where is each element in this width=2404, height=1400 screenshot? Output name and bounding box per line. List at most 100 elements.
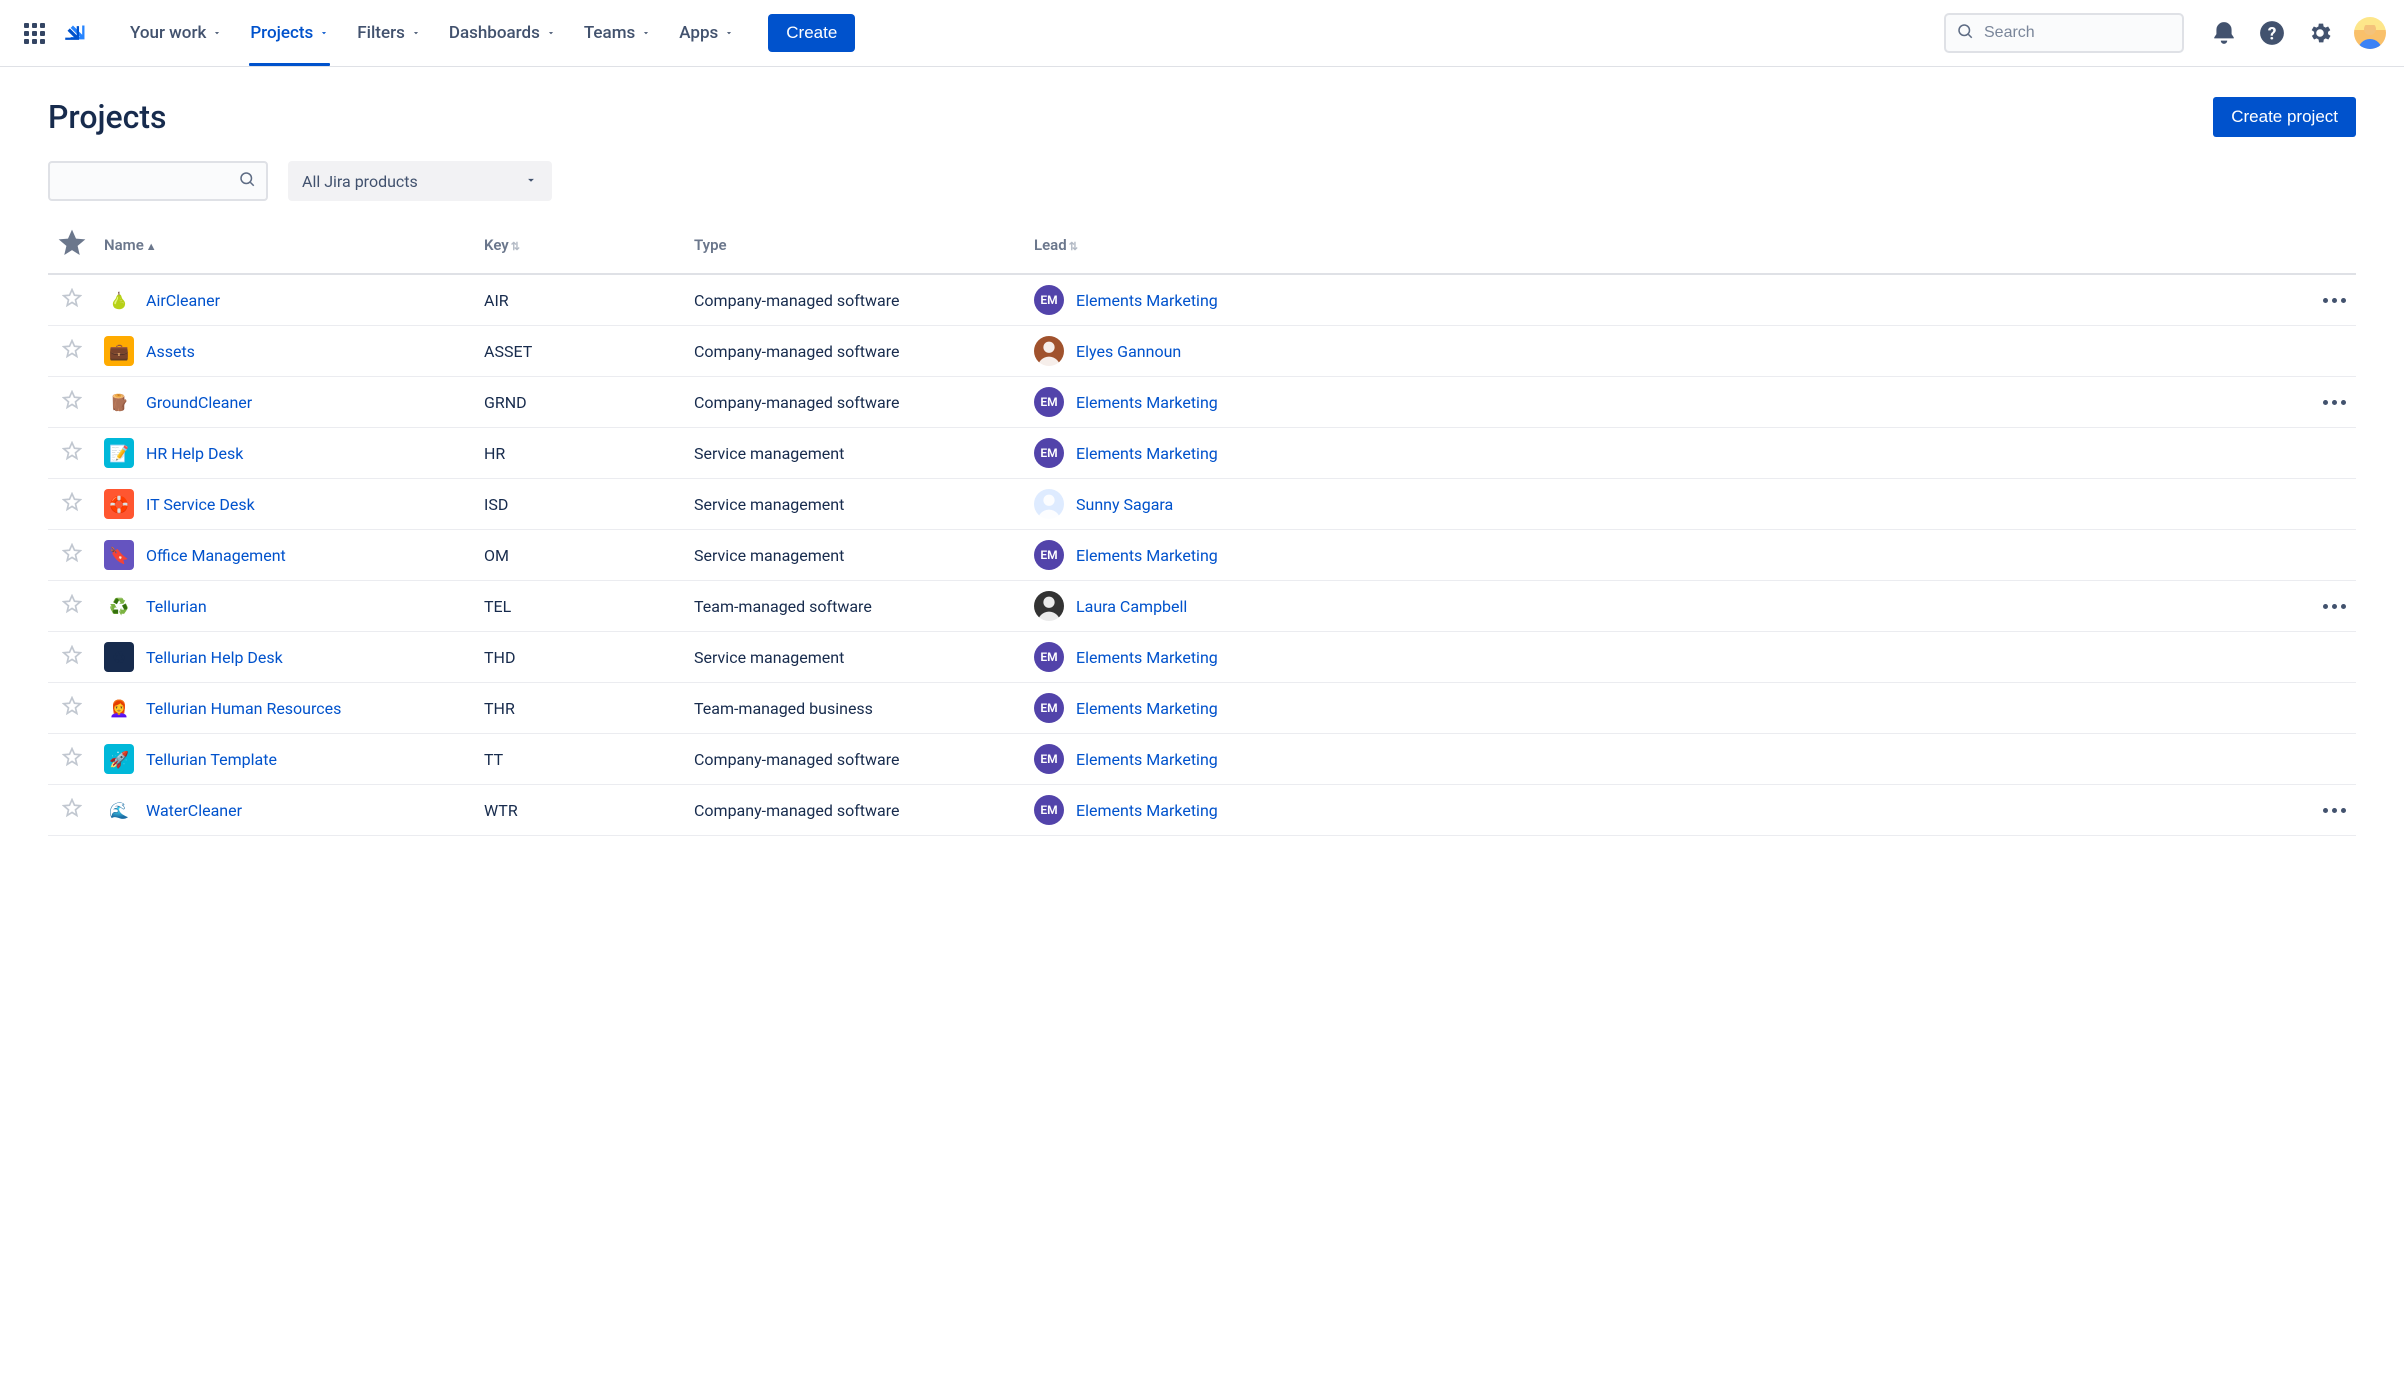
nav-item-your-work[interactable]: Your work xyxy=(116,0,236,66)
lead-link[interactable]: Elements Marketing xyxy=(1076,291,1218,310)
star-toggle[interactable] xyxy=(62,395,82,414)
nav-item-projects[interactable]: Projects xyxy=(236,0,343,66)
nav-item-teams[interactable]: Teams xyxy=(570,0,665,66)
lead-link[interactable]: Laura Campbell xyxy=(1076,597,1187,616)
table-row: 💼 Assets ASSETCompany-managed software Elye… xyxy=(48,326,2356,377)
sort-icon: ⇅ xyxy=(511,240,520,253)
page-header: Projects Create project xyxy=(48,97,2356,137)
star-toggle[interactable] xyxy=(62,650,82,669)
create-project-button[interactable]: Create project xyxy=(2213,97,2356,137)
table-row: 🍐AirCleanerAIRCompany-managed softwareEM… xyxy=(48,274,2356,326)
lead-link[interactable]: Elements Marketing xyxy=(1076,546,1218,565)
top-nav: Your work Projects FiltersDashboardsTeams A… xyxy=(0,0,2404,67)
search-icon xyxy=(1956,22,1974,44)
nav-item-filters[interactable]: Filters xyxy=(343,0,435,66)
project-search-input[interactable] xyxy=(48,161,268,201)
project-key: WTR xyxy=(476,785,686,836)
star-icon xyxy=(56,245,88,263)
column-header-lead[interactable]: Lead⇅ xyxy=(1026,217,2296,274)
lead-link[interactable]: Elements Marketing xyxy=(1076,750,1218,769)
lead-link[interactable]: Sunny Sagara xyxy=(1076,495,1173,514)
global-search-input[interactable] xyxy=(1984,24,2172,42)
project-key: OM xyxy=(476,530,686,581)
nav-item-dashboards[interactable]: Dashboards xyxy=(435,0,570,66)
project-key: GRND xyxy=(476,377,686,428)
svg-text:?: ? xyxy=(2268,25,2277,45)
project-icon: ♻️ xyxy=(104,591,134,621)
project-link[interactable]: Tellurian xyxy=(146,597,207,616)
project-link[interactable]: Assets xyxy=(146,342,195,361)
star-toggle[interactable] xyxy=(62,599,82,618)
project-link[interactable]: WaterCleaner xyxy=(146,801,242,820)
lead-link[interactable]: Elements Marketing xyxy=(1076,699,1218,718)
product-filter-select[interactable]: All Jira products xyxy=(288,161,552,201)
lead-link[interactable]: Elyes Gannoun xyxy=(1076,342,1181,361)
column-header-name[interactable]: Name▲ xyxy=(96,217,476,274)
project-key: TT xyxy=(476,734,686,785)
help-icon[interactable]: ? xyxy=(2252,13,2292,53)
project-icon: 🍐 xyxy=(104,285,134,315)
table-row: 👩‍🦰Tellurian Human ResourcesTHRTeam-mana… xyxy=(48,683,2356,734)
project-link[interactable]: Tellurian Human Resources xyxy=(146,699,341,718)
row-more-actions[interactable] xyxy=(2320,388,2348,416)
lead-avatar: EM xyxy=(1034,438,1064,468)
project-key: ASSET xyxy=(476,326,686,377)
star-toggle[interactable] xyxy=(62,548,82,567)
project-icon: 💼 xyxy=(104,336,134,366)
page-content: Projects Create project All Jira product… xyxy=(0,67,2404,866)
project-key: TEL xyxy=(476,581,686,632)
chevron-down-icon xyxy=(524,172,538,191)
project-link[interactable]: Tellurian Help Desk xyxy=(146,648,283,667)
star-toggle[interactable] xyxy=(62,293,82,312)
lead-avatar: EM xyxy=(1034,744,1064,774)
lead-avatar: EM xyxy=(1034,285,1064,315)
nav-item-label: Apps xyxy=(679,23,718,43)
star-toggle[interactable] xyxy=(62,497,82,516)
notifications-icon[interactable] xyxy=(2204,13,2244,53)
project-link[interactable]: Office Management xyxy=(146,546,286,565)
project-type: Service management xyxy=(686,632,1026,683)
chevron-down-icon xyxy=(724,28,734,38)
table-row: 🪵GroundCleanerGRNDCompany-managed softwa… xyxy=(48,377,2356,428)
star-toggle[interactable] xyxy=(62,446,82,465)
project-icon: 🌊 xyxy=(104,795,134,825)
star-toggle[interactable] xyxy=(62,752,82,771)
sort-asc-icon: ▲ xyxy=(146,240,157,253)
project-icon: ♻ xyxy=(104,642,134,672)
table-row: 🚀Tellurian TemplateTTCompany-managed sof… xyxy=(48,734,2356,785)
table-row: 🌊WaterCleanerWTRCompany-managed software… xyxy=(48,785,2356,836)
project-type: Company-managed software xyxy=(686,274,1026,326)
projects-table: Name▲ Key⇅ Type Lead⇅ 🍐AirCleanerAIRComp… xyxy=(48,217,2356,836)
project-link[interactable]: AirCleaner xyxy=(146,291,220,310)
table-row: 🔖Office ManagementOMService managementEM… xyxy=(48,530,2356,581)
star-toggle[interactable] xyxy=(62,701,82,720)
column-header-star[interactable] xyxy=(48,217,96,274)
project-link[interactable]: GroundCleaner xyxy=(146,393,252,412)
star-toggle[interactable] xyxy=(62,803,82,822)
row-more-actions[interactable] xyxy=(2320,286,2348,314)
project-key: THR xyxy=(476,683,686,734)
global-search[interactable] xyxy=(1944,13,2184,53)
column-header-key[interactable]: Key⇅ xyxy=(476,217,686,274)
create-button[interactable]: Create xyxy=(768,14,855,52)
app-switcher-icon[interactable] xyxy=(22,21,46,45)
nav-item-label: Projects xyxy=(250,23,313,43)
project-type: Company-managed software xyxy=(686,326,1026,377)
project-link[interactable]: Tellurian Template xyxy=(146,750,277,769)
project-link[interactable]: HR Help Desk xyxy=(146,444,243,463)
star-toggle[interactable] xyxy=(62,344,82,363)
row-more-actions[interactable] xyxy=(2320,592,2348,620)
settings-icon[interactable] xyxy=(2300,13,2340,53)
lead-link[interactable]: Elements Marketing xyxy=(1076,444,1218,463)
chevron-down-icon xyxy=(411,28,421,38)
nav-item-apps[interactable]: Apps xyxy=(665,0,748,66)
chevron-down-icon xyxy=(546,28,556,38)
row-more-actions[interactable] xyxy=(2320,796,2348,824)
jira-logo-icon[interactable] xyxy=(64,20,90,46)
lead-link[interactable]: Elements Marketing xyxy=(1076,648,1218,667)
lead-link[interactable]: Elements Marketing xyxy=(1076,801,1218,820)
project-icon: 👩‍🦰 xyxy=(104,693,134,723)
profile-avatar[interactable] xyxy=(2354,17,2386,49)
lead-link[interactable]: Elements Marketing xyxy=(1076,393,1218,412)
project-link[interactable]: IT Service Desk xyxy=(146,495,255,514)
